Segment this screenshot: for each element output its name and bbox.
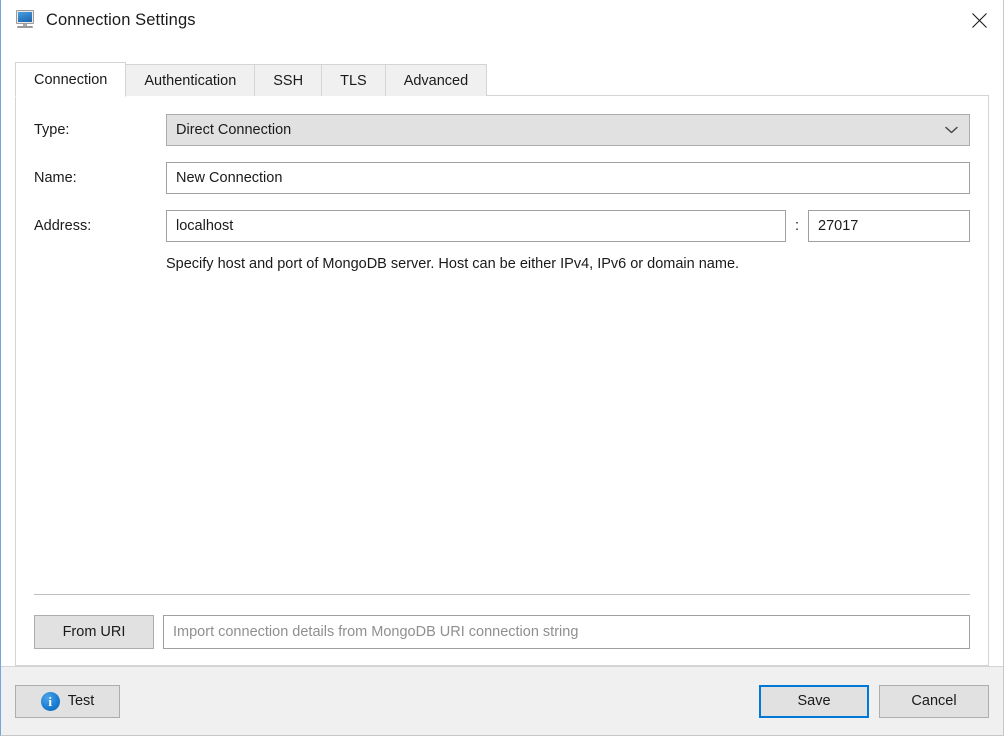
dialog-footer: i Test Save Cancel [1,666,1003,735]
close-icon[interactable] [955,0,1003,40]
type-row: Type: Direct Connection [34,114,970,146]
address-separator: : [794,218,799,234]
save-button[interactable]: Save [759,684,869,718]
from-uri-button[interactable]: From URI [34,615,154,649]
address-label: Address: [34,218,92,234]
monitor-icon [15,9,37,31]
connection-tab-panel: Type: Direct Connection Name: New Connec… [15,95,989,666]
from-uri-row: From URI [34,615,970,649]
name-label: Name: [34,170,77,186]
tab-advanced[interactable]: Advanced [384,64,488,96]
chevron-down-icon [945,126,958,134]
type-dropdown[interactable]: Direct Connection [166,114,970,146]
tab-ssh-label: SSH [273,72,304,89]
window-title: Connection Settings [46,10,196,29]
tab-ssh[interactable]: SSH [254,64,323,96]
dialog-body: Connection Authentication SSH TLS Advanc… [1,40,1003,666]
name-row: Name: [34,162,970,194]
tab-tls[interactable]: TLS [321,64,386,96]
tab-advanced-label: Advanced [403,72,469,89]
from-uri-button-label: From URI [62,624,126,640]
connection-form: Type: Direct Connection Name: New Connec… [16,96,988,594]
from-uri-section: From URI [16,594,988,665]
name-input[interactable] [166,162,970,194]
address-hint: Specify host and port of MongoDB server.… [166,256,740,272]
tab-authentication[interactable]: Authentication [125,64,256,96]
uri-input[interactable] [163,615,970,649]
tab-authentication-label: Authentication [144,72,237,89]
info-icon: i [40,691,60,711]
tab-connection-label: Connection [34,71,108,88]
title-bar: Connection Settings [1,0,1003,40]
address-port-input[interactable] [808,210,970,242]
test-button-label: Test [67,693,95,709]
address-host-input[interactable] [166,210,786,242]
test-button[interactable]: i Test [15,684,120,718]
save-button-label: Save [797,693,831,709]
type-label: Type: [34,122,70,138]
tab-connection[interactable]: Connection [15,62,127,97]
tab-strip: Connection Authentication SSH TLS Advanc… [15,62,989,97]
section-divider [34,594,970,595]
tab-tls-label: TLS [340,72,367,89]
address-row: Address: : [34,210,970,242]
cancel-button[interactable]: Cancel [879,684,989,718]
type-dropdown-value: Direct Connection [176,122,292,138]
cancel-button-label: Cancel [911,693,957,709]
connection-settings-dialog: Connection Settings Connection Authentic… [0,0,1004,736]
